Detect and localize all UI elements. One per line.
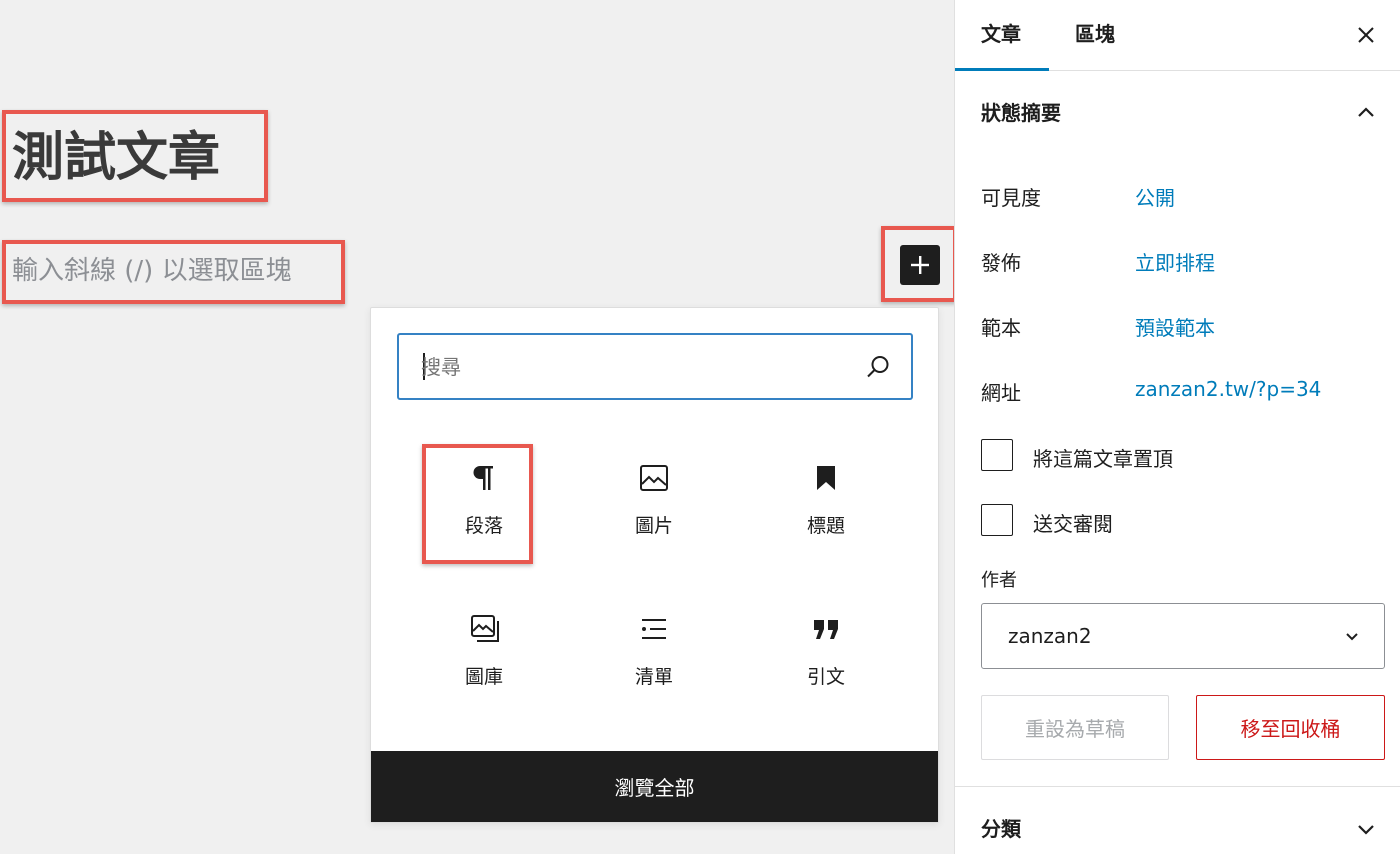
browse-all-button[interactable]: 瀏覽全部 [371,751,938,822]
publish-label: 發佈 [981,251,1021,275]
author-selected-value: zanzan2 [1008,624,1092,648]
block-item-label: 標題 [806,515,845,537]
search-icon[interactable] [863,352,893,382]
url-value[interactable]: zanzan2.tw/?p=34 [1135,377,1321,401]
block-item-label: 圖片 [634,515,673,537]
block-item-gallery[interactable]: 圖庫 [409,598,559,710]
sidebar-tabs: 文章 區塊 [955,0,1400,71]
pending-review-checkbox[interactable] [981,504,1013,536]
chevron-down-icon [1346,633,1358,641]
block-placeholder[interactable]: 輸入斜線 (/) 以選取區塊 [12,246,292,296]
gallery-icon [471,615,499,642]
publish-value[interactable]: 立即排程 [1135,247,1215,276]
image-icon [640,465,668,491]
quote-icon [814,620,838,639]
visibility-label: 可見度 [981,186,1041,210]
move-to-trash-button[interactable]: 移至回收桶 [1196,695,1385,760]
block-item-quote[interactable]: 引文 [751,598,901,710]
chevron-down-icon [1358,825,1374,835]
block-item-list[interactable]: 清單 [579,598,729,710]
sticky-checkbox-label[interactable]: 將這篇文章置頂 [1033,443,1173,472]
chevron-up-icon [1358,107,1374,117]
close-icon[interactable] [1351,20,1381,50]
visibility-value[interactable]: 公開 [1135,182,1175,211]
post-title[interactable]: 測試文章 [12,118,220,198]
reset-to-draft-button[interactable]: 重設為草稿 [981,695,1169,760]
plus-icon [911,256,929,274]
block-search-box[interactable] [397,333,913,400]
block-item-label: 引文 [806,666,845,688]
editor-canvas: 測試文章 輸入斜線 (/) 以選取區塊 搜尋 段落 圖片 標題 圖庫 清單 引文… [0,0,957,854]
sticky-checkbox[interactable] [981,439,1013,471]
block-item-heading[interactable]: 標題 [751,447,901,559]
category-panel-toggle[interactable]: 分類 [955,787,1400,854]
bookmark-icon [817,466,835,490]
author-label: 作者 [981,570,1017,591]
tab-block[interactable]: 區塊 [1075,0,1115,71]
block-item-label: 圖庫 [464,666,503,688]
paragraph-highlight-box [422,444,533,564]
panel-title: 狀態摘要 [981,101,1061,125]
template-label: 範本 [981,316,1021,340]
add-block-button[interactable] [900,245,940,285]
url-label: 網址 [981,381,1021,405]
panel-title: 分類 [981,817,1021,841]
template-value[interactable]: 預設範本 [1135,312,1215,341]
pending-review-checkbox-label[interactable]: 送交審閱 [1033,508,1113,537]
block-item-image[interactable]: 圖片 [579,447,729,559]
status-panel-toggle[interactable]: 狀態摘要 [955,71,1400,155]
block-inserter-popover: 段落 圖片 標題 [370,307,939,823]
settings-sidebar: 文章 區塊 狀態摘要 可見度 公開 發佈 立即排程 範本 預設範本 網址 zan… [954,0,1400,854]
block-search-input[interactable] [421,335,851,398]
editor-screen: 測試文章 輸入斜線 (/) 以選取區塊 搜尋 段落 圖片 標題 圖庫 清單 引文… [0,0,1400,854]
list-icon [642,619,666,639]
block-item-label: 清單 [634,666,673,688]
author-select[interactable]: zanzan2 [981,603,1385,669]
tab-post[interactable]: 文章 [981,0,1021,71]
